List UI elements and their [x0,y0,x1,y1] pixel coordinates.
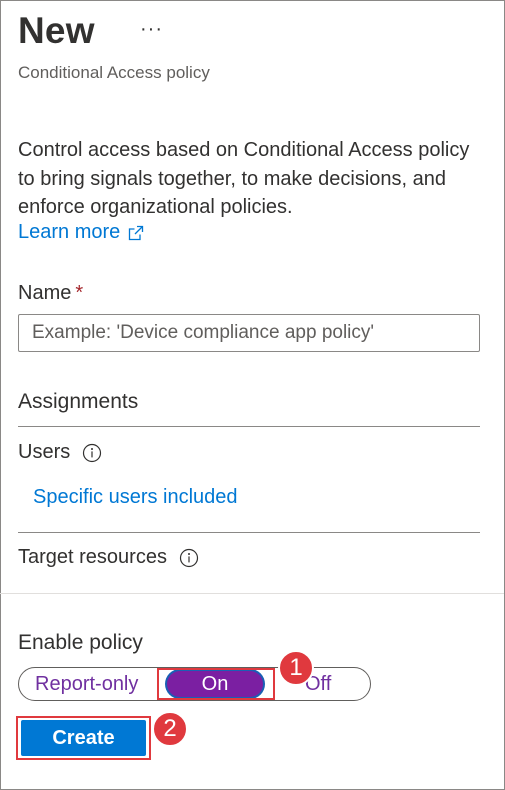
enable-policy-label: Enable policy [18,631,143,654]
page-subtitle: Conditional Access policy [18,63,210,82]
description-text: Control access based on Conditional Acce… [18,139,470,218]
assignments-heading: Assignments [18,390,139,413]
divider [18,532,480,533]
toggle-option-report-only[interactable]: Report-only [35,668,138,700]
users-label: Users [18,441,71,463]
target-resources-label: Target resources [18,546,167,568]
users-selection-link[interactable]: Specific users included [33,486,238,509]
divider [18,426,480,427]
target-resources-row: Target resources [18,546,199,569]
required-marker: * [75,282,84,304]
info-icon[interactable] [82,443,102,463]
name-label-text: Name [18,282,72,304]
users-row: Users [18,441,102,464]
learn-more-link[interactable]: Learn more [18,221,144,244]
annotation-step-badge-2: 2 [152,711,188,747]
more-options-button[interactable]: ··· [140,18,163,41]
learn-more-label: Learn more [18,221,121,243]
annotation-step-badge-1: 1 [278,650,314,686]
name-label: Name * [18,282,83,305]
info-icon[interactable] [179,548,199,568]
policy-name-input[interactable] [18,314,480,352]
annotation-highlight-1 [157,668,275,700]
external-link-icon [129,225,144,240]
section-divider [0,593,504,594]
page-title: New [18,10,95,51]
create-button[interactable]: Create [21,720,146,756]
